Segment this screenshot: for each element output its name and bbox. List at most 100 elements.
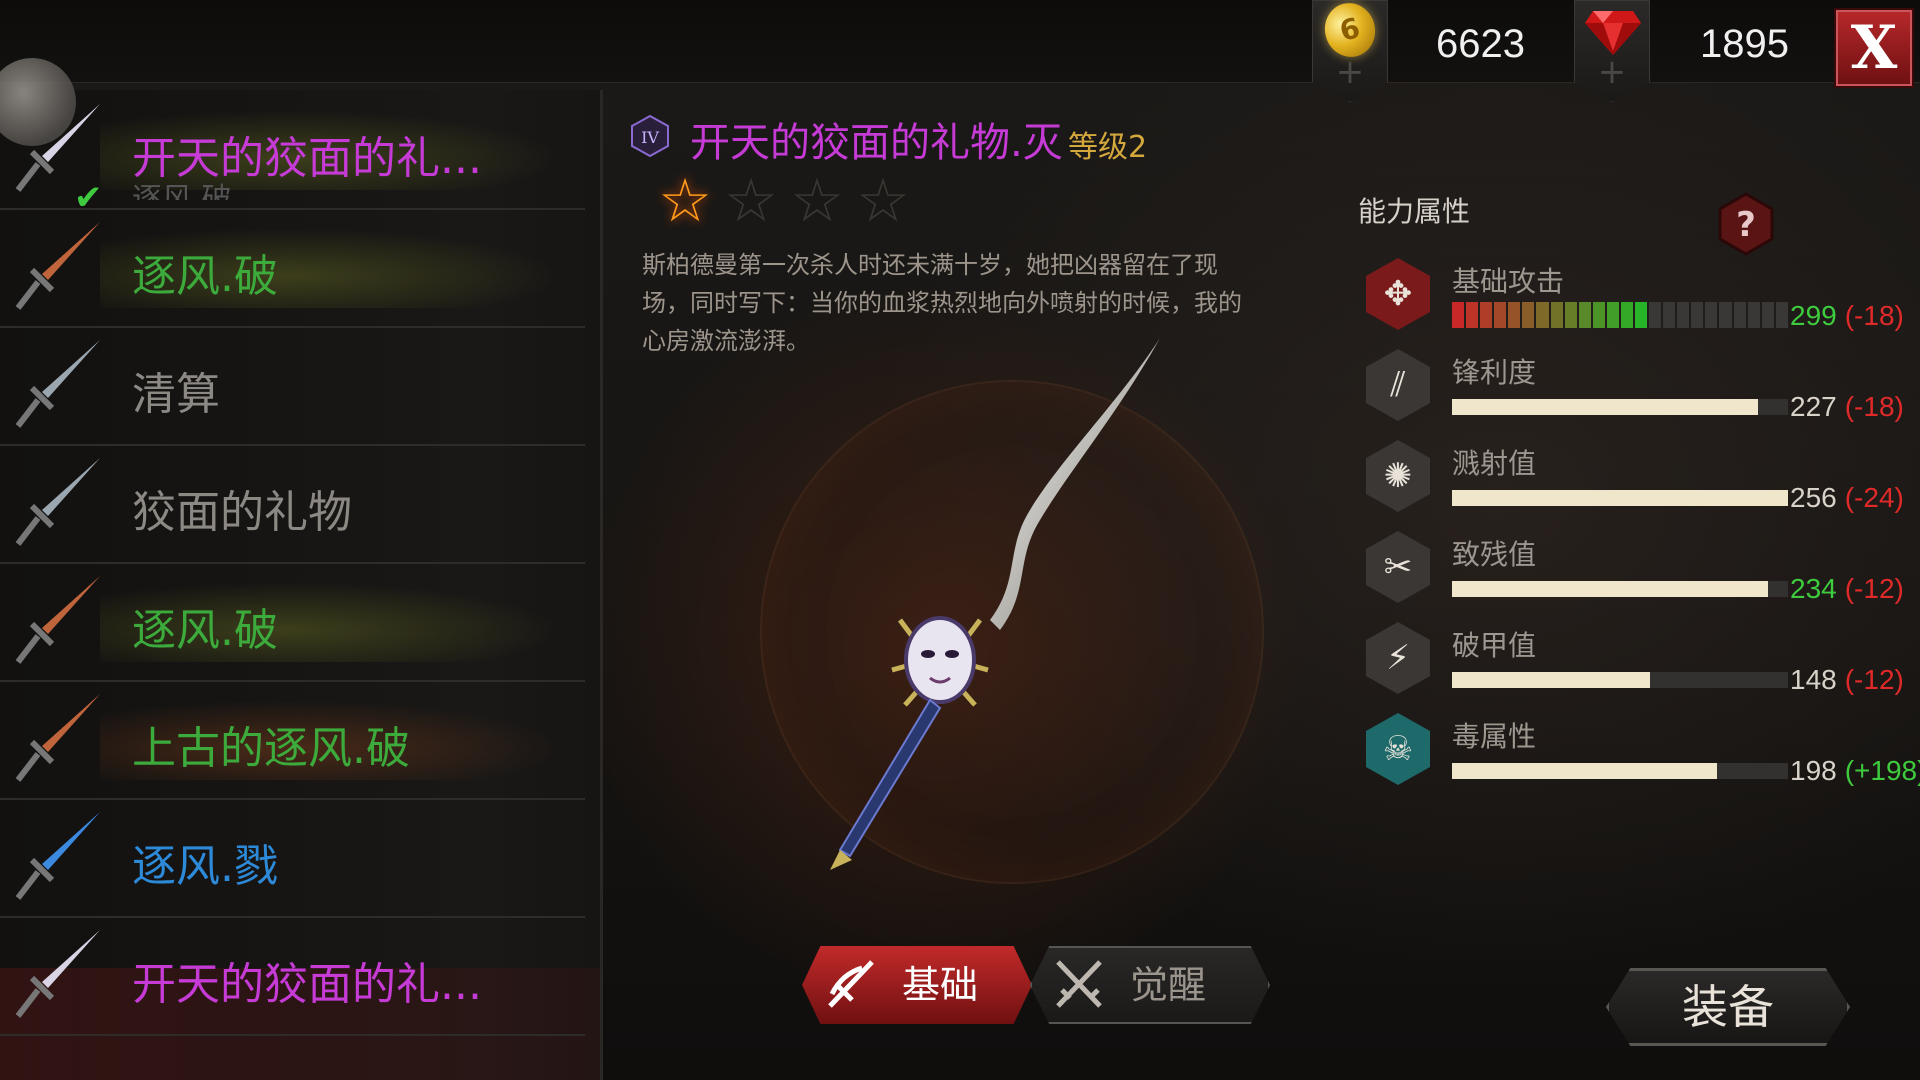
- stat-bar-fill: [1452, 763, 1718, 779]
- list-item[interactable]: 逐风.戮: [0, 798, 585, 918]
- gold-amount: 6623: [1436, 22, 1525, 66]
- armor-break-icon: ⚡: [1366, 622, 1430, 694]
- sharpness-icon: ⫽: [1366, 349, 1430, 421]
- weapon-preview-image: [830, 338, 1160, 870]
- list-item-name: 上古的逐风.破: [132, 723, 410, 774]
- weapon-list[interactable]: 开天的狡面的礼... 逐风.破 逐风.破 清算 狡面的礼物 逐风.破 上古的逐风.破 逐风.戮…: [0, 90, 603, 1080]
- stat-label: 致残值: [1452, 538, 1537, 571]
- stat-bar: [1452, 581, 1788, 597]
- grade-badge-icon: IV: [631, 114, 669, 158]
- stat-diff: (-12): [1844, 664, 1904, 695]
- tab-basic-label: 基础: [902, 963, 979, 1007]
- stat-bar-segment: [1649, 302, 1662, 328]
- ruby-gem-icon: [1585, 11, 1641, 55]
- add-gold-icon[interactable]: +: [1313, 55, 1387, 89]
- equip-button[interactable]: 装备: [1606, 968, 1850, 1046]
- stat-value-group: 256 (-24): [1790, 482, 1904, 514]
- tab-awaken[interactable]: 觉醒: [1030, 946, 1270, 1024]
- equipped-check-icon: ✔: [74, 178, 103, 218]
- stat-value: 256: [1790, 482, 1837, 513]
- stat-bar-segment: [1663, 302, 1676, 328]
- stat-row: ☠ 毒属性 198 (+198): [1366, 713, 1920, 803]
- stat-row: ✥ 基础攻击 299 (-18): [1366, 258, 1916, 348]
- stat-bar: [1452, 672, 1788, 688]
- stat-label: 基础攻击: [1452, 265, 1565, 298]
- stats-title: 能力属性: [1358, 195, 1471, 228]
- stat-diff: (+198): [1844, 755, 1920, 786]
- stat-bar: [1452, 763, 1788, 779]
- close-button[interactable]: X: [1834, 8, 1914, 88]
- star-empty-icon: ☆: [724, 166, 778, 236]
- stat-bar-segment: [1564, 302, 1577, 328]
- add-gem-icon[interactable]: +: [1575, 55, 1649, 89]
- stat-bar: [1452, 490, 1788, 506]
- stat-diff: (-12): [1844, 573, 1904, 604]
- stat-bar-fill: [1452, 490, 1788, 506]
- stat-bar-segmented: [1452, 302, 1788, 328]
- stat-bar-segment: [1747, 302, 1760, 328]
- stat-label: 毒属性: [1452, 720, 1537, 753]
- sword-steel-icon: [15, 458, 100, 546]
- gem-badge[interactable]: +: [1574, 0, 1650, 102]
- stat-bar-segment: [1578, 302, 1591, 328]
- list-item[interactable]: 逐风.破: [0, 562, 585, 682]
- list-item[interactable]: 逐风.破: [0, 208, 585, 328]
- stat-label: 溅射值: [1452, 447, 1537, 480]
- stat-value-group: 148 (-12): [1790, 664, 1904, 696]
- item-level: 等级2: [1068, 130, 1148, 165]
- star-filled-icon: ☆: [658, 166, 712, 236]
- svg-text:?: ?: [1736, 205, 1756, 245]
- stat-row: ✂ 致残值 234 (-12): [1366, 531, 1916, 621]
- stat-label: 锋利度: [1452, 356, 1537, 389]
- tab-awaken-label: 觉醒: [1130, 963, 1207, 1007]
- cripple-icon: ✂: [1366, 531, 1430, 603]
- gold-badge[interactable]: 6 +: [1312, 0, 1388, 102]
- stat-bar-segment: [1508, 302, 1521, 328]
- sword-blue-icon: [15, 812, 100, 900]
- stat-bar-segment: [1761, 302, 1774, 328]
- star-empty-icon: ☆: [790, 166, 844, 236]
- stat-bar-segment: [1635, 302, 1648, 328]
- list-item[interactable]: 上古的逐风.破: [0, 680, 585, 800]
- tab-basic[interactable]: 基础: [802, 946, 1032, 1024]
- stat-bar-segment: [1480, 302, 1493, 328]
- stat-value: 227: [1790, 391, 1837, 422]
- stat-bar-segment: [1494, 302, 1507, 328]
- sword-steel-icon: [15, 340, 100, 428]
- stat-bar-segment: [1522, 302, 1535, 328]
- stat-bar-segment: [1620, 302, 1634, 328]
- stat-diff: (-18): [1844, 391, 1904, 422]
- stat-diff: (-24): [1844, 482, 1904, 513]
- list-item-subtitle: 逐风.破: [132, 182, 232, 200]
- stat-row: ⫽ 锋利度 227 (-18): [1366, 349, 1916, 439]
- stat-value-group: 227 (-18): [1790, 391, 1904, 423]
- list-item[interactable]: 狡面的礼物: [0, 444, 585, 564]
- svg-text:IV: IV: [641, 128, 659, 147]
- stat-row: ✺ 溅射值 256 (-24): [1366, 440, 1916, 530]
- list-item-name: 狡面的礼物: [132, 487, 352, 538]
- list-item-name: 开天的狡面的礼...: [132, 959, 482, 1010]
- stat-bar-segment: [1592, 302, 1605, 328]
- sword-red-icon: [15, 222, 100, 310]
- stat-bar-segment: [1719, 302, 1732, 328]
- sword-purple-icon: [15, 930, 100, 1018]
- stat-bar-fill: [1452, 672, 1651, 688]
- list-item[interactable]: 开天的狡面的礼...: [0, 916, 585, 1036]
- list-item-name: 清算: [132, 369, 220, 420]
- stat-bar-segment: [1705, 302, 1718, 328]
- crossed-swords-icon: [1056, 960, 1102, 1008]
- star-empty-icon: ☆: [856, 166, 910, 236]
- stat-value: 299: [1790, 300, 1837, 331]
- gem-amount: 1895: [1700, 22, 1789, 66]
- stat-bar-segment: [1775, 302, 1788, 328]
- stat-bar-segment: [1677, 302, 1690, 328]
- splash-icon: ✺: [1366, 440, 1430, 512]
- list-item[interactable]: 清算: [0, 326, 585, 446]
- stat-value-group: 198 (+198): [1790, 755, 1920, 787]
- item-title: 开天的狡面的礼物.灭: [690, 120, 1063, 166]
- sword-slash-icon: [828, 960, 874, 1008]
- stat-bar-segment: [1733, 302, 1746, 328]
- stat-label: 破甲值: [1452, 629, 1537, 662]
- help-icon[interactable]: ?: [1718, 192, 1774, 256]
- stat-row: ⚡ 破甲值 148 (-12): [1366, 622, 1916, 712]
